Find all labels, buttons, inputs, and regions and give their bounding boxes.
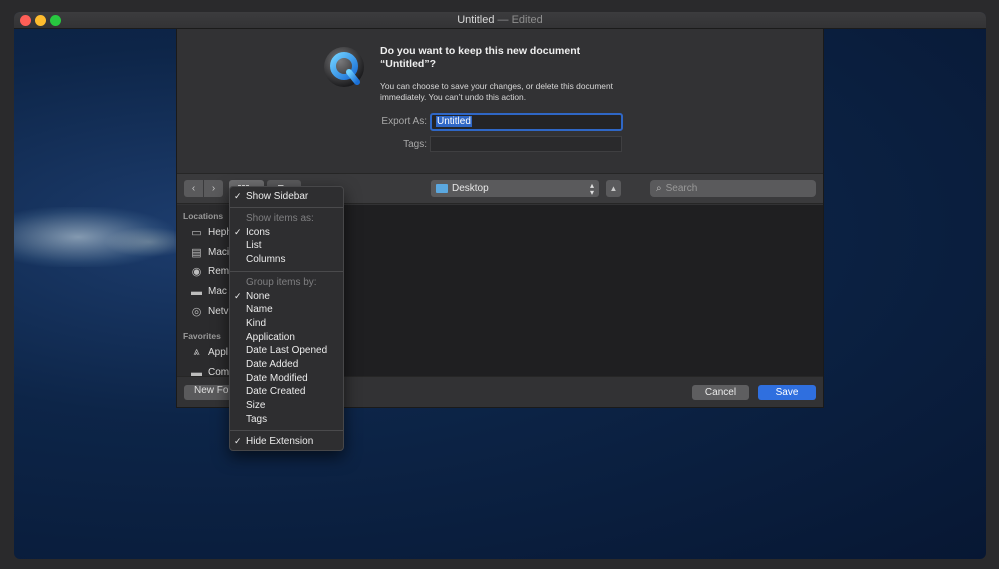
export-as-label: Export As: (381, 116, 427, 127)
disk-icon: ▤ (191, 247, 202, 259)
collapse-button[interactable]: ▲ (606, 180, 621, 197)
menu-item-application[interactable]: Application (230, 331, 343, 344)
export-as-value: Untitled (436, 116, 472, 127)
checkmark-icon: ✓ (234, 291, 242, 301)
menu-section-group-items: Group items by: (246, 277, 317, 288)
menu-separator (230, 430, 343, 431)
sidebar-item-label: Maci (208, 247, 230, 258)
updown-chevron-icon: ▴ ▾ (589, 180, 594, 197)
globe-icon: ◎ (191, 306, 202, 318)
prompt-body: You can choose to save your changes, or … (380, 81, 613, 102)
tags-label: Tags: (403, 139, 427, 150)
menu-item-columns[interactable]: Columns (230, 253, 343, 266)
menu-item-date-modified[interactable]: Date Modified (230, 372, 343, 385)
menu-item-date-last-opened[interactable]: Date Last Opened (230, 344, 343, 357)
cancel-button[interactable]: Cancel (692, 385, 749, 400)
menu-item-list[interactable]: List (230, 239, 343, 252)
menu-item-hide-extension[interactable]: ✓ Hide Extension (230, 435, 343, 448)
sidebar-item-label: Mac (208, 286, 227, 297)
chevron-right-icon: › (211, 183, 216, 194)
menu-separator (230, 207, 343, 208)
forward-button[interactable]: › (204, 180, 223, 197)
window-title-edited: — Edited (494, 14, 543, 26)
sidebar-item-location-1[interactable]: ▭ Heph (190, 227, 232, 239)
menu-item-label: None (246, 291, 270, 302)
window-title: Untitled — Edited (14, 14, 986, 26)
sidebar-item-label: Rem (208, 266, 230, 277)
menu-section-show-items: Show items as: (246, 213, 314, 224)
menu-item-icons[interactable]: ✓ Icons (230, 226, 343, 239)
locations-header: Locations (183, 211, 224, 221)
location-label: Desktop (452, 183, 489, 194)
cd-icon: ◉ (191, 266, 202, 278)
chevron-left-icon: ‹ (191, 183, 196, 194)
sidebar: Locations ▭ Heph ▤ Maci ◉ Rem ▬ Mac ◎ Netv Fa… (177, 205, 237, 388)
menu-item-kind[interactable]: Kind (230, 317, 343, 330)
checkmark-icon: ✓ (234, 227, 242, 237)
sidebar-item-location-4[interactable]: ▬ Mac (190, 285, 227, 298)
menu-item-none[interactable]: ✓ None (230, 290, 343, 303)
applications-icon: ⩓ (193, 346, 200, 358)
new-folder-button[interactable]: New Folder (184, 385, 234, 400)
save-prompt: Do you want to keep this new document “U… (177, 29, 823, 173)
menu-item-show-sidebar[interactable]: ✓ Show Sidebar (230, 190, 343, 203)
save-button[interactable]: Save (758, 385, 816, 400)
menu-item-size[interactable]: Size (230, 399, 343, 412)
tags-field[interactable] (430, 136, 622, 152)
sidebar-item-label: Appl (208, 347, 229, 358)
quicktime-icon (324, 47, 364, 87)
sidebar-item-favorite-1[interactable]: ⩓ Appl (190, 346, 229, 358)
sidebar-item-label: Netv (208, 306, 229, 317)
menu-item-date-created[interactable]: Date Created (230, 385, 343, 398)
menu-item-date-added[interactable]: Date Added (230, 358, 343, 371)
sidebar-item-location-5[interactable]: ◎ Netv (190, 306, 229, 318)
app-window: Untitled — Edited Do you want to keep th… (14, 12, 986, 559)
checkmark-icon: ✓ (234, 191, 242, 201)
view-options-menu: ✓ Show Sidebar Show items as: ✓ Icons List… (229, 186, 344, 451)
menu-item-label: Show Sidebar (246, 191, 309, 202)
menu-item-name[interactable]: Name (230, 303, 343, 316)
sidebar-item-location-3[interactable]: ◉ Rem (190, 266, 230, 278)
chevron-up-icon: ▲ (609, 184, 618, 193)
menu-item-label: Icons (246, 227, 270, 238)
back-button[interactable]: ‹ (184, 180, 203, 197)
desktop-folder-icon (436, 184, 448, 193)
menu-separator (230, 271, 343, 272)
search-icon: ⌕ (656, 183, 662, 194)
window-title-text: Untitled (457, 14, 495, 26)
export-as-field[interactable]: Untitled (430, 113, 623, 131)
title-bar[interactable]: Untitled — Edited (14, 12, 986, 29)
favorites-header: Favorites (183, 331, 221, 341)
location-popup[interactable]: Desktop ▴ ▾ (431, 180, 599, 197)
display-icon: ▭ (191, 227, 202, 239)
menu-item-tags[interactable]: Tags (230, 413, 343, 426)
sidebar-item-location-2[interactable]: ▤ Maci (190, 247, 230, 259)
search-field[interactable]: ⌕ Search (650, 180, 816, 197)
menu-item-label: Hide Extension (246, 436, 314, 447)
checkmark-icon: ✓ (234, 436, 242, 446)
laptop-icon: ▬ (191, 285, 202, 298)
search-placeholder: Search (665, 183, 698, 194)
prompt-title: Do you want to keep this new document “U… (380, 45, 581, 70)
